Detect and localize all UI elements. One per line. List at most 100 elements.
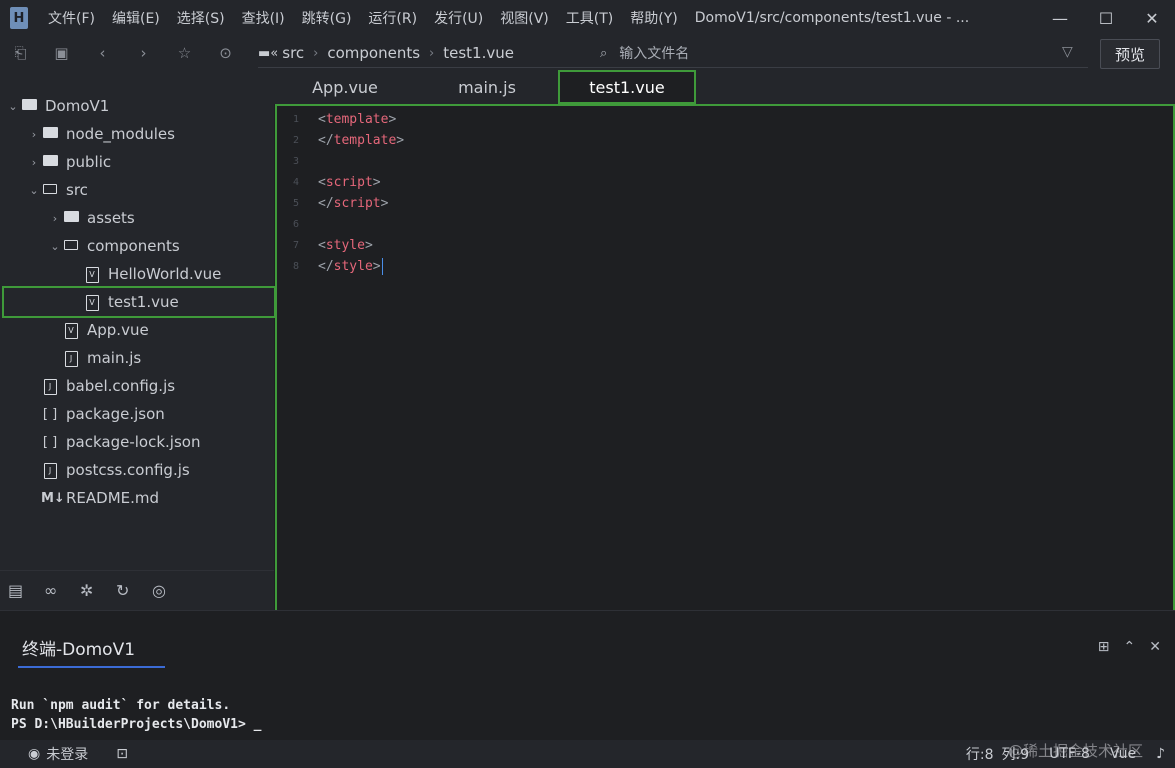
terminal-output-line: Run `npm audit` for details. [11,698,231,713]
tree-item-label: node_modules [66,125,175,143]
tree-item-file-selected[interactable]: V test1.vue [2,286,276,318]
login-status[interactable]: 未登录 [46,744,88,764]
minimize-icon[interactable]: — [1037,0,1083,36]
terminal-prompt-line[interactable]: PS D:\HBuilderProjects\DomoV1> _ [11,717,261,732]
close-icon[interactable]: ✕ [1129,0,1175,36]
folder-open-icon [41,183,59,198]
back-icon[interactable]: ‹ [82,44,123,62]
save-icon[interactable]: ▣ [41,44,82,62]
folder-icon [41,126,59,142]
status-left: ◉ 未登录 ⊡ [0,744,128,764]
run-icon[interactable]: ⊙ [205,44,246,62]
chevron-right-icon: › [429,45,435,61]
user-icon[interactable]: ◉ [28,746,40,762]
line-number: 8 [292,261,299,272]
line-number: 2 [292,135,299,146]
tree-item-folder[interactable]: › assets [0,204,274,232]
code-line: 5 </script > [277,193,388,214]
tree-item-folder[interactable]: › public [0,148,274,176]
vue-file-icon: V [83,266,101,283]
code-editor[interactable]: 1 < template > 2 </template > 3 4 < script > … [275,104,1175,612]
menu-goto[interactable]: 跳转(G) [294,8,361,28]
breadcrumb: ▬« src › components › test1.vue ⌕ 输入文件名 [258,39,1088,68]
line-number: 6 [292,219,299,230]
tree-item-folder[interactable]: ⌄ src [0,176,274,204]
menu-view[interactable]: 视图(V) [492,8,558,28]
search-icon: ⌕ [600,45,608,61]
tree-item-file[interactable]: V App.vue [0,316,274,344]
tab-main-js[interactable]: main.js [416,70,558,104]
chevron-right-icon[interactable]: › [48,212,62,225]
line-number: 7 [292,240,299,251]
forward-icon[interactable]: › [123,44,164,62]
folder-icon [62,210,80,226]
text-cursor [381,258,383,275]
toolbar: ⎗ ▣ ‹ › ☆ ⊙ ▬« src › components › test1.… [0,36,1175,70]
menu-find[interactable]: 查找(I) [234,8,294,28]
tree-item-label: postcss.config.js [66,461,190,479]
line-number: 5 [292,198,299,209]
breadcrumb-item[interactable]: src [282,44,304,62]
notification-icon[interactable]: ♪ [1156,746,1165,762]
tree-item-file[interactable]: J babel.config.js [0,372,274,400]
markdown-file-icon: M↓ [41,490,65,506]
breadcrumb-item[interactable]: components [327,44,420,62]
cursor-row[interactable]: 行:8 [966,744,994,764]
sidebar-activity-bar: ▤ ∞ ✲ ↻ ◎ [0,570,274,610]
star-icon[interactable]: ☆ [164,44,205,62]
tab-app-vue[interactable]: App.vue [274,70,416,104]
new-file-icon[interactable]: ⎗ [0,44,41,62]
terminal-icon[interactable]: ⊡ [116,746,128,762]
chevron-down-icon[interactable]: ⌄ [27,184,41,197]
folder-icon: ▬« [258,45,279,61]
binoculars-icon[interactable]: ∞ [44,581,80,600]
menu-tools[interactable]: 工具(T) [558,8,622,28]
menu-file[interactable]: 文件(F) [40,8,104,28]
code-line: 1 < template > [277,109,396,130]
code-line: 4 < script > [277,172,381,193]
filter-icon[interactable]: ▽ [1062,44,1073,60]
tree-item-label: DomoV1 [45,97,110,115]
menu-select[interactable]: 选择(S) [169,8,234,28]
chevron-right-icon[interactable]: › [27,156,41,169]
folder-open-icon [62,239,80,254]
chevron-right-icon: › [313,45,319,61]
chevron-up-icon[interactable]: ⌃ [1124,639,1136,655]
preview-button[interactable]: 预览 [1100,39,1160,69]
source-control-icon[interactable]: ↻ [116,581,152,600]
terminal-panel: 终端-DomoV1 ⊞ ⌃ ✕ Run `npm audit` for deta… [0,610,1175,741]
tree-item-project[interactable]: ⌄ DomoV1 [0,92,274,120]
breadcrumb-item[interactable]: test1.vue [443,44,514,62]
tree-item-file[interactable]: J main.js [0,344,274,372]
terminal-tab[interactable]: 终端-DomoV1 [18,635,166,668]
new-terminal-icon[interactable]: ⊞ [1098,639,1110,655]
tree-item-file[interactable]: M↓ README.md [0,484,274,512]
code-line: 2 </template > [277,130,404,151]
file-search-input[interactable]: ⌕ 输入文件名 [600,39,689,67]
file-explorer-icon[interactable]: ▤ [8,581,44,600]
tree-item-file[interactable]: J postcss.config.js [0,456,274,484]
tree-item-file[interactable]: [ ] package-lock.json [0,428,274,456]
tree-item-label: assets [87,209,135,227]
tree-item-file[interactable]: [ ] package.json [0,400,274,428]
menu-run[interactable]: 运行(R) [360,8,426,28]
status-bar: ◉ 未登录 ⊡ 行:8 列:9 UTF-8 Vue ♪ [0,740,1175,768]
menu-edit[interactable]: 编辑(E) [104,8,169,28]
chevron-right-icon[interactable]: › [27,128,41,141]
tab-test1-vue[interactable]: test1.vue [558,70,696,104]
menu-publish[interactable]: 发行(U) [426,8,492,28]
close-panel-icon[interactable]: ✕ [1149,639,1161,655]
debug-bug-icon[interactable]: ✲ [80,581,116,600]
line-number: 3 [292,156,299,167]
chevron-down-icon[interactable]: ⌄ [48,240,62,253]
maximize-icon[interactable]: ☐ [1083,0,1129,36]
globe-icon[interactable]: ◎ [152,581,188,600]
tree-item-label: package-lock.json [66,433,201,451]
tree-item-file[interactable]: V HelloWorld.vue [0,260,274,288]
tree-item-folder[interactable]: › node_modules [0,120,274,148]
tree-item-folder[interactable]: ⌄ components [0,232,274,260]
chevron-down-icon[interactable]: ⌄ [6,100,20,113]
js-file-icon: J [62,350,80,367]
menu-help[interactable]: 帮助(Y) [622,8,686,28]
js-file-icon: J [41,462,59,479]
